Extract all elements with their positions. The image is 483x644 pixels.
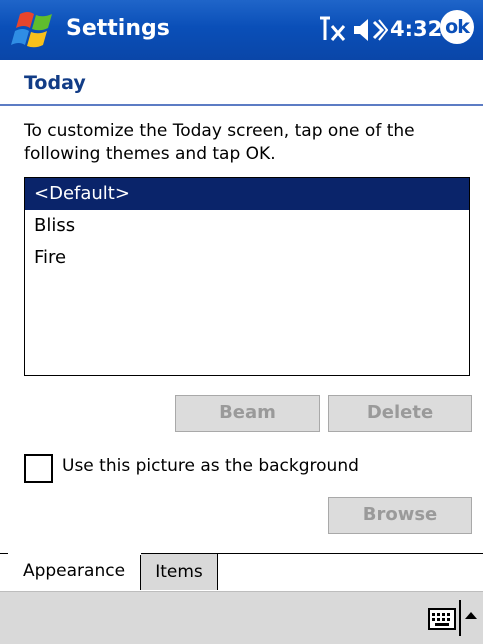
list-item[interactable]: Bliss [25,210,469,242]
tab-strip: Appearance Items [0,553,483,591]
list-item[interactable]: Fire [25,242,469,274]
page-title: Today [24,72,86,94]
ok-button[interactable]: ok [440,10,474,44]
tab-items[interactable]: Items [141,553,218,590]
browse-button[interactable]: Browse [328,497,472,534]
windows-flag-icon[interactable] [10,8,58,52]
up-arrow-icon[interactable] [465,612,477,619]
keyboard-icon[interactable] [428,608,456,630]
background-checkbox[interactable] [24,454,53,483]
delete-button[interactable]: Delete [328,395,472,432]
tab-appearance[interactable]: Appearance [8,553,141,590]
header-divider [0,104,483,106]
background-checkbox-label[interactable]: Use this picture as the background [62,456,359,476]
menu-bar [0,591,483,644]
active-tab-gap [8,553,141,555]
connectivity-icon[interactable] [316,14,348,46]
instructions-text: To customize the Today screen, tap one o… [24,121,415,164]
sip-divider [459,600,461,636]
title-bar: Settings 4:32 ok [0,0,483,60]
clock[interactable]: 4:32 [390,17,442,41]
list-item[interactable]: <Default> [25,178,469,210]
beam-button[interactable]: Beam [175,395,320,432]
volume-icon[interactable] [352,14,388,46]
app-title: Settings [66,16,170,41]
themes-list[interactable]: <Default> Bliss Fire [24,177,470,376]
